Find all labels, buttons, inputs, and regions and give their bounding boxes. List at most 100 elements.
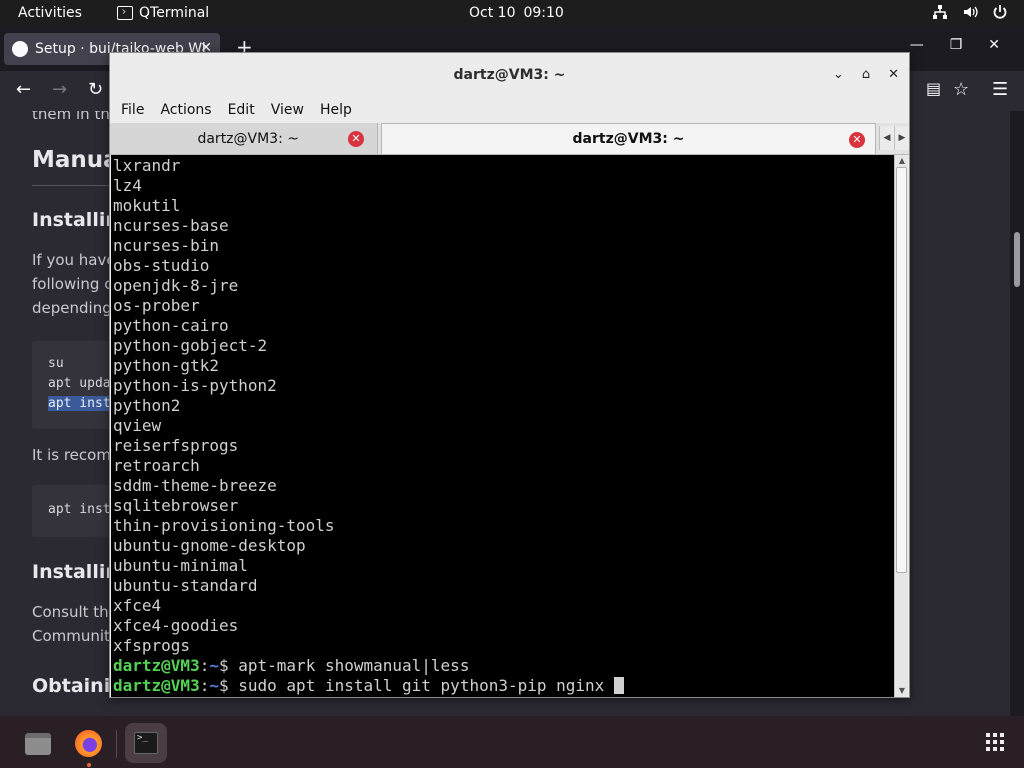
apps-grid-icon[interactable] xyxy=(986,733,1004,751)
close-icon[interactable]: ✕ xyxy=(988,37,1000,53)
terminal-line: python-is-python2 xyxy=(113,376,277,395)
tab-scroll-buttons: ◀ ▶ xyxy=(879,126,909,150)
maximize-icon[interactable]: ❐ xyxy=(950,37,963,53)
minimize-icon[interactable]: — xyxy=(910,37,924,53)
scrollbar-thumb[interactable] xyxy=(896,167,907,573)
prompt-user-host: dartz@VM3 xyxy=(113,676,200,695)
terminal-prompt-line: dartz@VM3:~$ apt-mark showmanual|less xyxy=(113,656,894,676)
terminal-line: obs-studio xyxy=(113,256,210,275)
terminal-tab-2[interactable]: dartz@VM3: ~ ✕ xyxy=(381,123,876,154)
prompt-path: ~ xyxy=(209,656,219,675)
qterminal-app[interactable]: >_ xyxy=(125,723,167,763)
dock-separator xyxy=(116,730,117,758)
terminal-tab-label: dartz@VM3: ~ xyxy=(197,130,299,147)
prompt-symbol: $ xyxy=(218,656,229,675)
terminal-line: xfsprogs xyxy=(113,636,191,655)
tab-scroll-left-icon[interactable]: ◀ xyxy=(879,126,894,150)
close-icon[interactable]: ✕ xyxy=(888,67,899,82)
terminal-line: ubuntu-minimal xyxy=(113,556,248,575)
terminal-line: xfce4 xyxy=(113,596,162,615)
clock[interactable]: Oct 10 09:10 xyxy=(469,5,564,21)
running-indicator xyxy=(87,763,91,767)
prompt-separator: : xyxy=(199,676,210,695)
page-text: Community xyxy=(32,627,119,645)
prompt-user-host: dartz@VM3 xyxy=(113,656,200,675)
volume-icon xyxy=(962,4,978,20)
tab-scroll-right-icon[interactable]: ▶ xyxy=(894,126,909,150)
terminal-line: mokutil xyxy=(113,196,181,215)
minimize-icon[interactable]: ⌄ xyxy=(833,67,844,82)
terminal-line: retroarch xyxy=(113,456,200,475)
top-bar: Activities QTerminal Oct 10 09:10 xyxy=(0,0,1024,27)
date-label: Oct 10 xyxy=(469,5,516,21)
scroll-down-icon[interactable]: ▼ xyxy=(895,685,909,697)
terminal-screen[interactable]: lxrandr lz4 mokutil ncurses-base ncurses-bin… xyxy=(111,155,894,697)
prompt-path: ~ xyxy=(209,676,219,695)
menu-icon[interactable]: ☰ xyxy=(992,79,1008,100)
reload-icon[interactable]: ↻ xyxy=(88,79,103,100)
window-titlebar[interactable]: dartz@VM3: ~ ⌄ ⌂ ✕ xyxy=(110,53,909,99)
terminal-tab-1[interactable]: dartz@VM3: ~ ✕ xyxy=(110,123,378,154)
terminal-line: sqlitebrowser xyxy=(113,496,239,515)
github-icon xyxy=(12,41,28,57)
terminal-line: ncurses-base xyxy=(113,216,229,235)
terminal-line: ncurses-bin xyxy=(113,236,219,255)
system-tray[interactable] xyxy=(932,4,1008,20)
terminal-line: ubuntu-gnome-desktop xyxy=(113,536,306,555)
menu-edit[interactable]: Edit xyxy=(227,99,262,123)
terminal-line: thin-provisioning-tools xyxy=(113,516,335,535)
terminal-line: python-gtk2 xyxy=(113,356,219,375)
window-title: dartz@VM3: ~ xyxy=(453,67,566,83)
terminal-line: xfce4-goodies xyxy=(113,616,239,635)
terminal-line: ubuntu-standard xyxy=(113,576,258,595)
terminal-line: python2 xyxy=(113,396,181,415)
menu-view[interactable]: View xyxy=(270,99,311,123)
app-menu[interactable]: QTerminal xyxy=(117,5,209,21)
back-icon[interactable]: ← xyxy=(16,79,31,100)
close-tab-icon[interactable]: ✕ xyxy=(348,131,364,147)
code-line: apt upda xyxy=(48,376,111,391)
section-heading: Installin xyxy=(32,561,119,583)
prompt-command: sudo apt install git python3-pip nginx xyxy=(228,676,614,695)
terminal-output: lxrandr lz4 mokutil ncurses-base ncurses-bin… xyxy=(111,155,894,696)
reader-view-icon[interactable]: ▤ xyxy=(926,79,941,98)
menu-actions[interactable]: Actions xyxy=(159,99,218,123)
files-icon xyxy=(25,733,51,755)
qterminal-icon: >_ xyxy=(134,732,158,754)
activities-button[interactable]: Activities xyxy=(18,5,82,21)
forward-icon[interactable]: → xyxy=(52,79,67,100)
terminal-line: sddm-theme-breeze xyxy=(113,476,277,495)
close-tab-icon[interactable]: ✕ xyxy=(849,132,865,148)
text-cursor xyxy=(613,677,624,694)
time-label: 09:10 xyxy=(523,5,564,21)
terminal-line: python-cairo xyxy=(113,316,229,335)
prompt-separator: : xyxy=(199,656,210,675)
terminal-line: os-prober xyxy=(113,296,200,315)
terminal-line: python-gobject-2 xyxy=(113,336,268,355)
window-controls: ⌄ ⌂ ✕ xyxy=(833,67,899,82)
firefox-app[interactable] xyxy=(67,723,109,767)
page-text: If you have xyxy=(32,251,116,269)
bookmark-star-icon[interactable]: ☆ xyxy=(953,79,969,100)
terminal-line: lxrandr xyxy=(113,156,181,175)
terminal-prompt-line: dartz@VM3:~$ sudo apt install git python… xyxy=(113,676,894,696)
browser-scrollbar[interactable] xyxy=(1014,232,1020,287)
menu-file[interactable]: File xyxy=(120,99,151,123)
app-name-label: QTerminal xyxy=(139,5,210,21)
maximize-icon[interactable]: ⌂ xyxy=(862,67,870,82)
page-text: them in the xyxy=(32,111,120,123)
terminal-line: reiserfsprogs xyxy=(113,436,239,455)
terminal-icon xyxy=(117,6,133,20)
scroll-up-icon[interactable]: ▲ xyxy=(895,155,909,167)
menu-help[interactable]: Help xyxy=(319,99,359,123)
section-heading: Installin xyxy=(32,209,119,231)
code-line: su xyxy=(48,356,64,371)
terminal-scrollbar[interactable]: ▲ ▼ xyxy=(894,155,908,697)
page-text: Consult the xyxy=(32,603,118,621)
menu-bar: File Actions Edit View Help xyxy=(110,99,909,123)
browser-window-controls: — ❐ ✕ xyxy=(910,37,1000,53)
code-line: apt inst xyxy=(48,502,111,517)
files-app[interactable] xyxy=(17,723,59,763)
terminal-line: openjdk-8-jre xyxy=(113,276,239,295)
firefox-icon xyxy=(75,730,102,757)
